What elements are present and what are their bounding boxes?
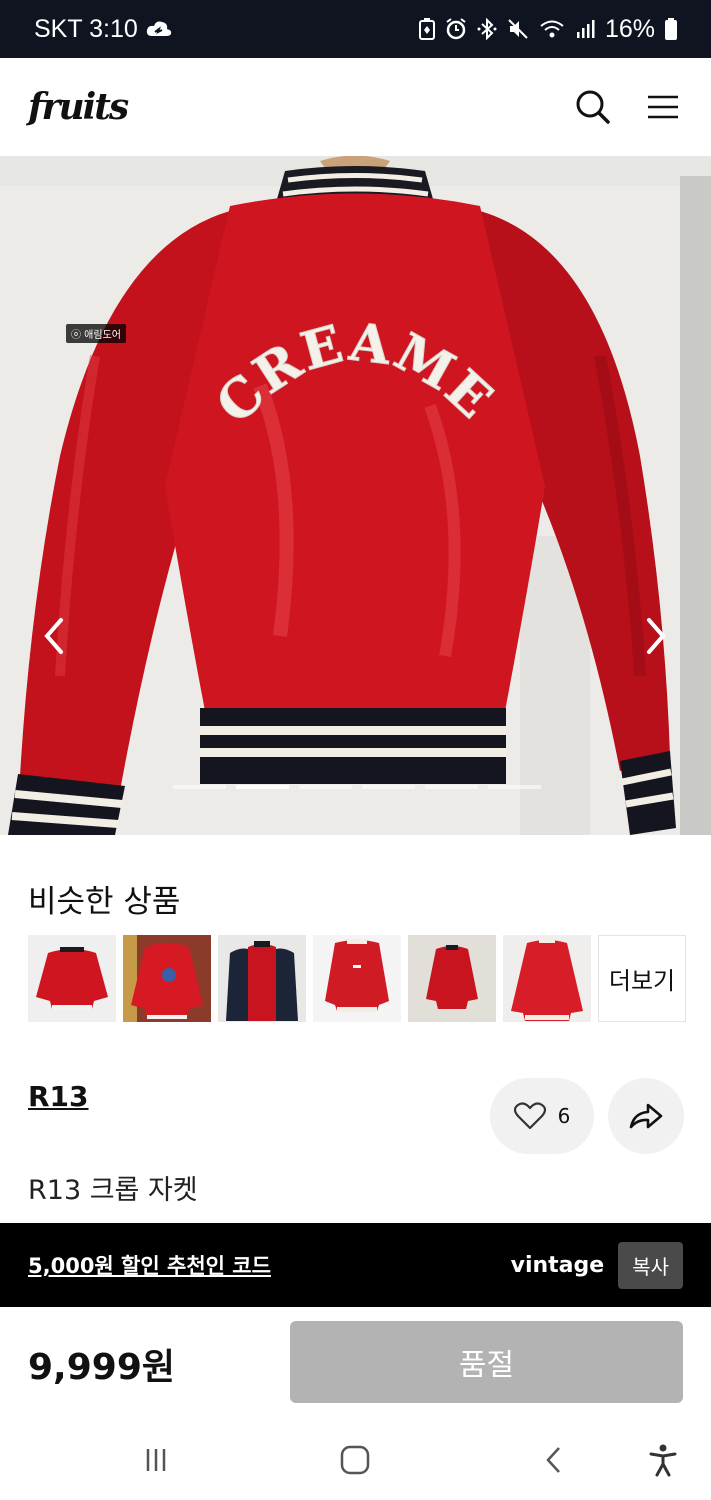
back-icon [546,1447,560,1473]
product-image-carousel[interactable]: SCREAMER ⓞ 애림도어 [0,156,711,835]
carousel-dot[interactable] [425,785,478,789]
cloud-icon [146,20,172,38]
brand-link[interactable]: R13 [28,1080,89,1113]
accessibility-button[interactable] [643,1442,683,1478]
seller-watermark: ⓞ 애림도어 [66,324,126,343]
similar-product-thumb[interactable] [408,935,496,1022]
battery-saver-icon [418,18,435,40]
similar-products-list: 더보기 [28,935,686,1022]
similar-product-thumb[interactable] [123,935,211,1022]
carousel-next-button[interactable] [636,611,676,661]
wifi-icon [539,19,565,39]
chevron-left-icon [44,618,63,654]
android-navigation-bar [0,1420,711,1500]
carousel-dot[interactable] [299,785,352,789]
referral-promo-link[interactable]: 5,000원 할인 추천인 코드 [28,1250,271,1280]
app-header: fruits [0,58,711,156]
home-button[interactable] [335,1442,375,1478]
recent-apps-button[interactable] [136,1442,176,1478]
sold-out-button: 품절 [290,1321,683,1403]
home-icon [340,1445,370,1475]
carrier-time: SKT 3:10 [34,14,138,43]
similar-products-title: 비슷한 상품 [28,884,181,920]
status-bar: SKT 3:10 16% [0,0,711,58]
back-button[interactable] [534,1442,574,1478]
product-photo: SCREAMER [0,156,711,835]
battery-icon [665,18,677,40]
more-similar-button[interactable]: 더보기 [598,935,686,1022]
search-icon [576,90,610,124]
similar-product-thumb[interactable] [503,935,591,1022]
promo-code-group: vintage 복사 [510,1241,683,1289]
share-icon [629,1103,663,1129]
carousel-dot[interactable] [173,785,226,789]
accessibility-icon [649,1444,677,1477]
promo-code: vintage [510,1252,605,1278]
similar-product-thumb[interactable] [218,935,306,1022]
battery-percent: 16% [604,14,655,43]
referral-promo-bar: 5,000원 할인 추천인 코드 vintage 복사 [0,1223,711,1307]
similar-product-thumb[interactable] [28,935,116,1022]
like-count: 6 [557,1104,571,1128]
fruits-logo[interactable]: fruits [28,86,129,128]
carousel-dot[interactable] [362,785,415,789]
product-price: 9,999원 [28,1347,175,1388]
carousel-indicator [173,785,541,789]
similar-product-thumb[interactable] [313,935,401,1022]
heart-icon [513,1102,546,1130]
carousel-dot-active[interactable] [236,785,289,789]
chevron-right-icon [647,618,666,654]
menu-icon [648,95,678,119]
copy-code-button[interactable]: 복사 [618,1241,683,1289]
carousel-prev-button[interactable] [34,611,74,661]
recent-apps-icon [146,1449,166,1471]
signal-icon [575,19,595,39]
share-button[interactable] [608,1078,684,1154]
header-actions [573,87,683,127]
status-left: SKT 3:10 [34,15,172,44]
product-name: R13 크롭 자켓 [28,1175,198,1206]
like-button[interactable]: 6 [490,1078,594,1154]
mute-icon [507,18,529,40]
search-button[interactable] [573,87,613,127]
carousel-dot[interactable] [488,785,541,789]
status-right: 16% [418,14,677,44]
menu-button[interactable] [643,87,683,127]
alarm-icon [445,18,467,40]
bluetooth-icon [477,18,497,40]
